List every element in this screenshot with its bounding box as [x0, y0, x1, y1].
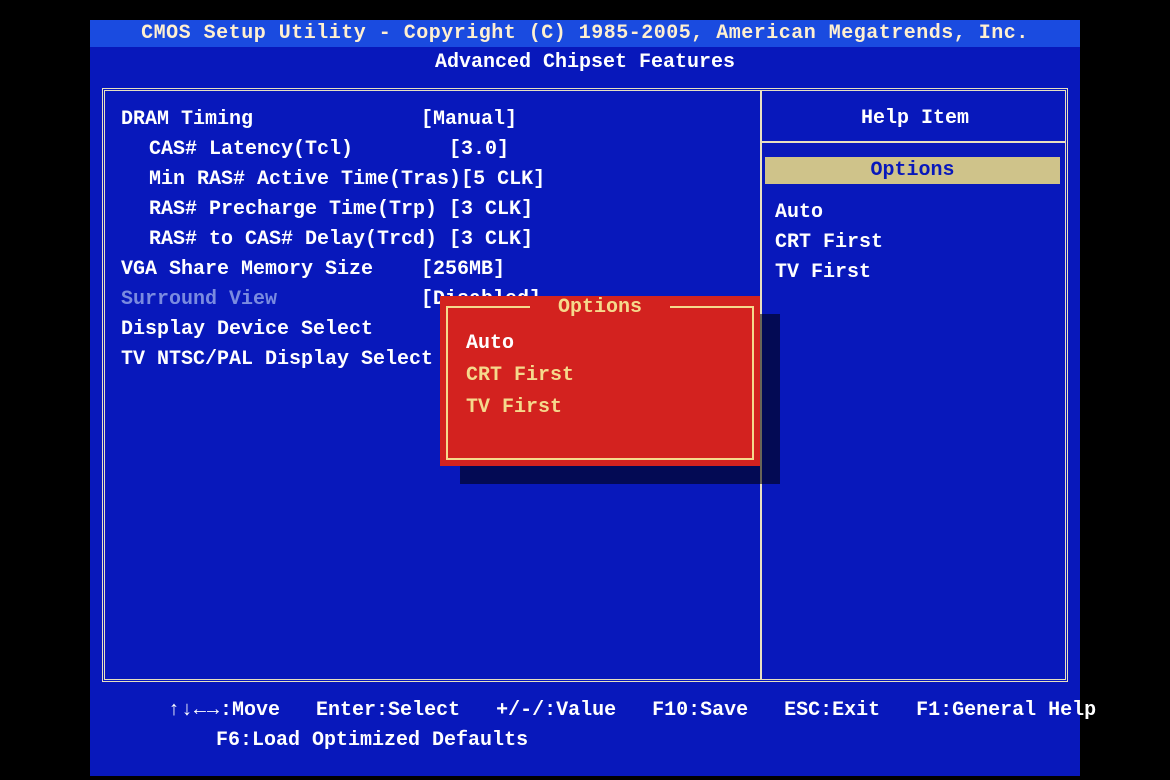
arrow-keys-icon: ↑↓←→ [168, 699, 220, 722]
subtitle-text: Advanced Chipset Features [435, 51, 735, 74]
setting-label: CAS# Latency(Tcl) [121, 135, 449, 165]
popup-options-list: AutoCRT FirstTV First [466, 328, 750, 424]
footer-hints-text-1: :Move Enter:Select +/-/:Value F10:Save E… [220, 699, 1096, 722]
setting-label: DRAM Timing [121, 105, 421, 135]
setting-value: [3.0] [449, 135, 509, 165]
bios-body: DRAM Timing[Manual]CAS# Latency(Tcl)[3.0… [90, 80, 1080, 690]
setting-row[interactable]: VGA Share Memory Size[256MB] [121, 255, 745, 285]
setting-value: [Manual] [421, 105, 517, 135]
popup-title: Options [530, 298, 670, 318]
help-option: Auto [775, 198, 1055, 228]
popup-option[interactable]: CRT First [466, 360, 750, 392]
setting-value: [3 CLK] [449, 225, 533, 255]
setting-label: Surround View [121, 285, 421, 315]
help-options-header: Options [765, 157, 1060, 184]
setting-label: RAS# Precharge Time(Trp) [121, 195, 449, 225]
setting-row[interactable]: CAS# Latency(Tcl)[3.0] [121, 135, 745, 165]
page-subtitle: Advanced Chipset Features [90, 47, 1080, 80]
title-bar: CMOS Setup Utility - Copyright (C) 1985-… [90, 20, 1080, 47]
title-text: CMOS Setup Utility - Copyright (C) 1985-… [141, 22, 1029, 45]
popup-option[interactable]: Auto [466, 328, 750, 360]
options-popup[interactable]: Options AutoCRT FirstTV First [440, 296, 760, 466]
setting-row[interactable]: RAS# to CAS# Delay(Trcd)[3 CLK] [121, 225, 745, 255]
setting-value: [5 CLK] [461, 165, 545, 195]
help-title: Help Item [775, 101, 1055, 137]
setting-label: RAS# to CAS# Delay(Trcd) [121, 225, 449, 255]
setting-label: VGA Share Memory Size [121, 255, 421, 285]
setting-row[interactable]: DRAM Timing[Manual] [121, 105, 745, 135]
footer-line-2: F6:Load Optimized Defaults [120, 726, 1070, 756]
setting-label: Display Device Select [121, 315, 421, 345]
help-option: CRT First [775, 228, 1055, 258]
help-option: TV First [775, 258, 1055, 288]
setting-row[interactable]: Min RAS# Active Time(Tras)[5 CLK] [121, 165, 745, 195]
setting-label: Min RAS# Active Time(Tras) [121, 165, 461, 195]
help-pane: Help Item Options AutoCRT FirstTV First [775, 101, 1055, 288]
setting-value: [3 CLK] [449, 195, 533, 225]
setting-label: TV NTSC/PAL Display Select [121, 345, 433, 375]
help-options-list: AutoCRT FirstTV First [775, 198, 1055, 288]
setting-row[interactable]: RAS# Precharge Time(Trp)[3 CLK] [121, 195, 745, 225]
popup-option[interactable]: TV First [466, 392, 750, 424]
setting-value: [256MB] [421, 255, 505, 285]
footer-line-1: ↑↓←→:Move Enter:Select +/-/:Value F10:Sa… [120, 696, 1070, 726]
footer-hints: ↑↓←→:Move Enter:Select +/-/:Value F10:Sa… [90, 690, 1080, 776]
bios-screen: CMOS Setup Utility - Copyright (C) 1985-… [90, 20, 1080, 760]
footer-hints-text-2: F6:Load Optimized Defaults [216, 729, 528, 752]
